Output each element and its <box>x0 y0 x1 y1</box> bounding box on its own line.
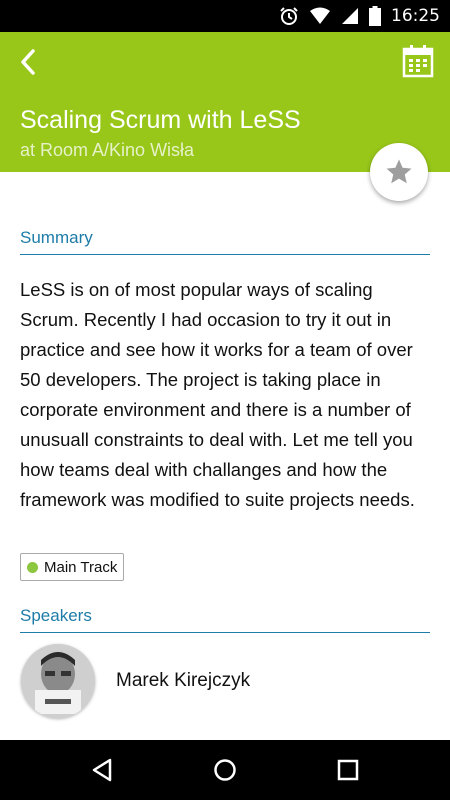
recents-square-icon <box>338 759 359 781</box>
alarm-icon <box>279 6 299 26</box>
track-chip[interactable]: Main Track <box>20 553 125 581</box>
nav-recents-button[interactable] <box>328 750 368 790</box>
status-bar: 16:25 <box>0 0 450 32</box>
battery-icon <box>369 6 381 26</box>
star-icon <box>386 159 412 184</box>
nav-home-button[interactable] <box>205 750 245 790</box>
nav-back-button[interactable] <box>82 750 122 790</box>
speaker-avatar <box>21 644 95 718</box>
home-circle-icon <box>214 759 236 781</box>
back-button[interactable] <box>8 42 48 82</box>
system-nav-bar <box>0 740 450 800</box>
speaker-item[interactable]: Marek Kirejczyk <box>0 640 450 730</box>
session-room: at Room A/Kino Wisła <box>20 140 195 160</box>
track-color-dot <box>27 561 38 573</box>
status-time: 16:25 <box>391 6 440 26</box>
wifi-icon <box>309 7 331 25</box>
summary-header: Summary <box>20 228 430 255</box>
session-title: Scaling Scrum with LeSS <box>20 106 301 134</box>
summary-text: LeSS is on of most popular ways of scali… <box>20 279 415 510</box>
speaker-name: Marek Kirejczyk <box>116 670 251 691</box>
chevron-left-icon <box>21 49 35 75</box>
calendar-icon <box>402 45 434 78</box>
signal-icon <box>341 7 359 25</box>
favorite-button[interactable] <box>370 143 428 201</box>
speakers-header: Speakers <box>20 606 430 633</box>
add-to-calendar-button[interactable] <box>402 44 434 78</box>
back-triangle-icon <box>92 758 111 782</box>
track-label: Main Track <box>44 558 118 576</box>
